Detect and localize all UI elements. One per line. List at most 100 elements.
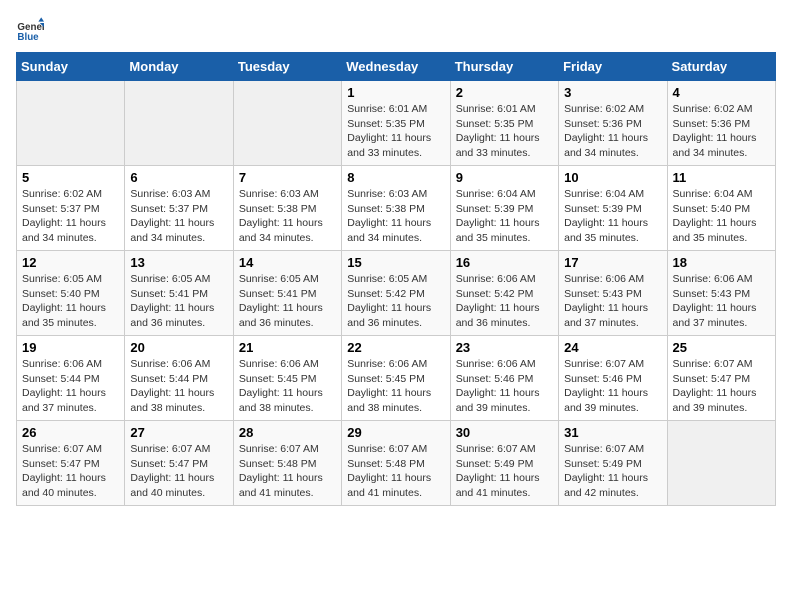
logo: General Blue xyxy=(16,16,48,44)
day-daylight: Daylight: 11 hours and 41 minutes. xyxy=(347,472,431,499)
day-number: 3 xyxy=(564,85,661,100)
day-number: 1 xyxy=(347,85,444,100)
weekday-header: Wednesday xyxy=(342,53,450,81)
day-number: 27 xyxy=(130,425,227,440)
day-sunrise: Sunrise: 6:06 AM xyxy=(564,273,644,285)
day-sunset: Sunset: 5:35 PM xyxy=(456,118,534,130)
calendar-cell: 21 Sunrise: 6:06 AM Sunset: 5:45 PM Dayl… xyxy=(233,336,341,421)
day-sunset: Sunset: 5:38 PM xyxy=(347,203,425,215)
calendar-cell: 9 Sunrise: 6:04 AM Sunset: 5:39 PM Dayli… xyxy=(450,166,558,251)
calendar-table: SundayMondayTuesdayWednesdayThursdayFrid… xyxy=(16,52,776,506)
day-number: 4 xyxy=(673,85,770,100)
day-daylight: Daylight: 11 hours and 35 minutes. xyxy=(22,302,106,329)
day-number: 14 xyxy=(239,255,336,270)
day-daylight: Daylight: 11 hours and 40 minutes. xyxy=(22,472,106,499)
day-sunrise: Sunrise: 6:06 AM xyxy=(673,273,753,285)
calendar-cell: 1 Sunrise: 6:01 AM Sunset: 5:35 PM Dayli… xyxy=(342,81,450,166)
calendar-cell: 13 Sunrise: 6:05 AM Sunset: 5:41 PM Dayl… xyxy=(125,251,233,336)
day-number: 2 xyxy=(456,85,553,100)
day-sunrise: Sunrise: 6:05 AM xyxy=(22,273,102,285)
day-sunset: Sunset: 5:40 PM xyxy=(22,288,100,300)
calendar-cell xyxy=(125,81,233,166)
day-sunrise: Sunrise: 6:07 AM xyxy=(564,358,644,370)
day-sunrise: Sunrise: 6:06 AM xyxy=(22,358,102,370)
calendar-cell: 30 Sunrise: 6:07 AM Sunset: 5:49 PM Dayl… xyxy=(450,421,558,506)
day-number: 10 xyxy=(564,170,661,185)
day-sunrise: Sunrise: 6:02 AM xyxy=(673,103,753,115)
day-daylight: Daylight: 11 hours and 36 minutes. xyxy=(456,302,540,329)
day-sunset: Sunset: 5:44 PM xyxy=(22,373,100,385)
day-sunset: Sunset: 5:37 PM xyxy=(130,203,208,215)
day-number: 21 xyxy=(239,340,336,355)
day-number: 25 xyxy=(673,340,770,355)
day-daylight: Daylight: 11 hours and 41 minutes. xyxy=(239,472,323,499)
day-number: 17 xyxy=(564,255,661,270)
weekday-header: Sunday xyxy=(17,53,125,81)
header: General Blue xyxy=(16,16,776,44)
calendar-cell: 14 Sunrise: 6:05 AM Sunset: 5:41 PM Dayl… xyxy=(233,251,341,336)
day-number: 16 xyxy=(456,255,553,270)
day-sunset: Sunset: 5:42 PM xyxy=(456,288,534,300)
day-daylight: Daylight: 11 hours and 35 minutes. xyxy=(673,217,757,244)
day-number: 28 xyxy=(239,425,336,440)
calendar-cell: 7 Sunrise: 6:03 AM Sunset: 5:38 PM Dayli… xyxy=(233,166,341,251)
day-daylight: Daylight: 11 hours and 37 minutes. xyxy=(22,387,106,414)
calendar-cell: 28 Sunrise: 6:07 AM Sunset: 5:48 PM Dayl… xyxy=(233,421,341,506)
day-number: 23 xyxy=(456,340,553,355)
calendar-cell: 3 Sunrise: 6:02 AM Sunset: 5:36 PM Dayli… xyxy=(559,81,667,166)
day-sunset: Sunset: 5:48 PM xyxy=(347,458,425,470)
day-number: 8 xyxy=(347,170,444,185)
day-daylight: Daylight: 11 hours and 41 minutes. xyxy=(456,472,540,499)
weekday-header: Tuesday xyxy=(233,53,341,81)
day-number: 6 xyxy=(130,170,227,185)
calendar-cell: 31 Sunrise: 6:07 AM Sunset: 5:49 PM Dayl… xyxy=(559,421,667,506)
day-daylight: Daylight: 11 hours and 37 minutes. xyxy=(673,302,757,329)
day-sunrise: Sunrise: 6:06 AM xyxy=(347,358,427,370)
calendar-cell: 15 Sunrise: 6:05 AM Sunset: 5:42 PM Dayl… xyxy=(342,251,450,336)
day-daylight: Daylight: 11 hours and 35 minutes. xyxy=(456,217,540,244)
day-sunset: Sunset: 5:36 PM xyxy=(564,118,642,130)
day-sunset: Sunset: 5:43 PM xyxy=(673,288,751,300)
day-sunset: Sunset: 5:42 PM xyxy=(347,288,425,300)
day-sunrise: Sunrise: 6:06 AM xyxy=(130,358,210,370)
day-sunrise: Sunrise: 6:03 AM xyxy=(130,188,210,200)
day-number: 20 xyxy=(130,340,227,355)
day-daylight: Daylight: 11 hours and 39 minutes. xyxy=(673,387,757,414)
day-sunrise: Sunrise: 6:01 AM xyxy=(456,103,536,115)
day-number: 19 xyxy=(22,340,119,355)
day-number: 26 xyxy=(22,425,119,440)
day-daylight: Daylight: 11 hours and 34 minutes. xyxy=(22,217,106,244)
calendar-cell: 6 Sunrise: 6:03 AM Sunset: 5:37 PM Dayli… xyxy=(125,166,233,251)
day-sunset: Sunset: 5:49 PM xyxy=(456,458,534,470)
day-sunset: Sunset: 5:46 PM xyxy=(456,373,534,385)
day-daylight: Daylight: 11 hours and 36 minutes. xyxy=(239,302,323,329)
calendar-cell: 11 Sunrise: 6:04 AM Sunset: 5:40 PM Dayl… xyxy=(667,166,775,251)
day-daylight: Daylight: 11 hours and 34 minutes. xyxy=(130,217,214,244)
day-sunrise: Sunrise: 6:06 AM xyxy=(239,358,319,370)
day-number: 9 xyxy=(456,170,553,185)
day-sunset: Sunset: 5:41 PM xyxy=(239,288,317,300)
day-sunrise: Sunrise: 6:07 AM xyxy=(673,358,753,370)
calendar-cell: 19 Sunrise: 6:06 AM Sunset: 5:44 PM Dayl… xyxy=(17,336,125,421)
day-sunrise: Sunrise: 6:05 AM xyxy=(347,273,427,285)
day-number: 11 xyxy=(673,170,770,185)
day-daylight: Daylight: 11 hours and 34 minutes. xyxy=(673,132,757,159)
day-sunset: Sunset: 5:40 PM xyxy=(673,203,751,215)
day-sunset: Sunset: 5:48 PM xyxy=(239,458,317,470)
day-daylight: Daylight: 11 hours and 33 minutes. xyxy=(347,132,431,159)
day-sunrise: Sunrise: 6:07 AM xyxy=(456,443,536,455)
day-sunrise: Sunrise: 6:04 AM xyxy=(456,188,536,200)
calendar-cell: 10 Sunrise: 6:04 AM Sunset: 5:39 PM Dayl… xyxy=(559,166,667,251)
calendar-cell xyxy=(667,421,775,506)
day-number: 29 xyxy=(347,425,444,440)
day-daylight: Daylight: 11 hours and 36 minutes. xyxy=(347,302,431,329)
day-daylight: Daylight: 11 hours and 35 minutes. xyxy=(564,217,648,244)
calendar-cell: 12 Sunrise: 6:05 AM Sunset: 5:40 PM Dayl… xyxy=(17,251,125,336)
day-sunset: Sunset: 5:38 PM xyxy=(239,203,317,215)
day-sunrise: Sunrise: 6:03 AM xyxy=(347,188,427,200)
day-sunset: Sunset: 5:49 PM xyxy=(564,458,642,470)
day-number: 13 xyxy=(130,255,227,270)
day-daylight: Daylight: 11 hours and 38 minutes. xyxy=(239,387,323,414)
day-sunset: Sunset: 5:45 PM xyxy=(239,373,317,385)
weekday-header: Thursday xyxy=(450,53,558,81)
